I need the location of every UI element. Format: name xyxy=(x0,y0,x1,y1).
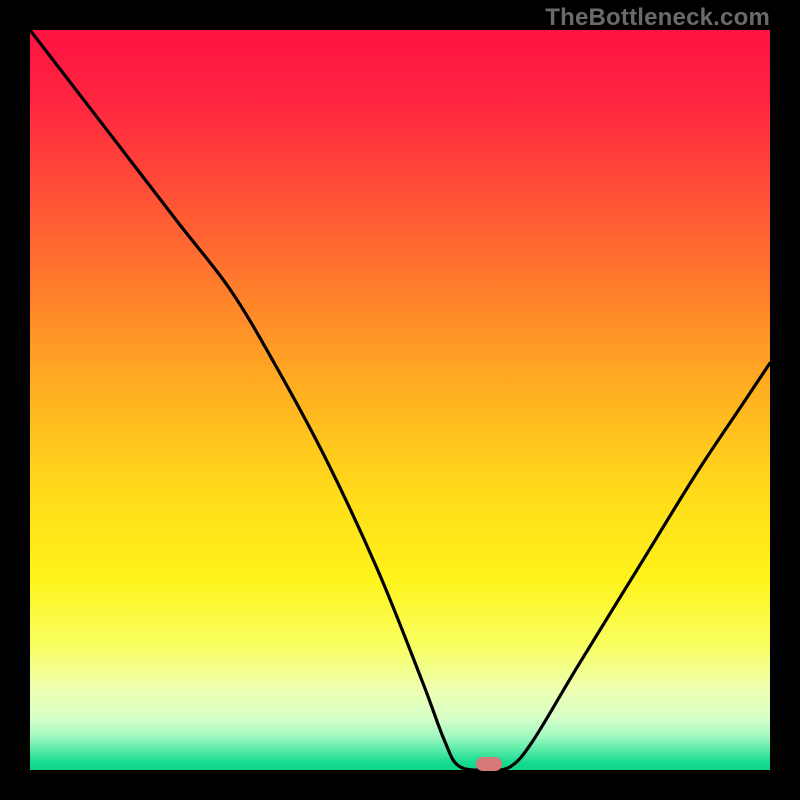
chart-container: TheBottleneck.com xyxy=(0,0,800,800)
watermark-text: TheBottleneck.com xyxy=(545,4,770,32)
bottleneck-curve xyxy=(30,30,770,770)
optimal-marker xyxy=(476,757,502,771)
plot-area xyxy=(30,30,770,770)
